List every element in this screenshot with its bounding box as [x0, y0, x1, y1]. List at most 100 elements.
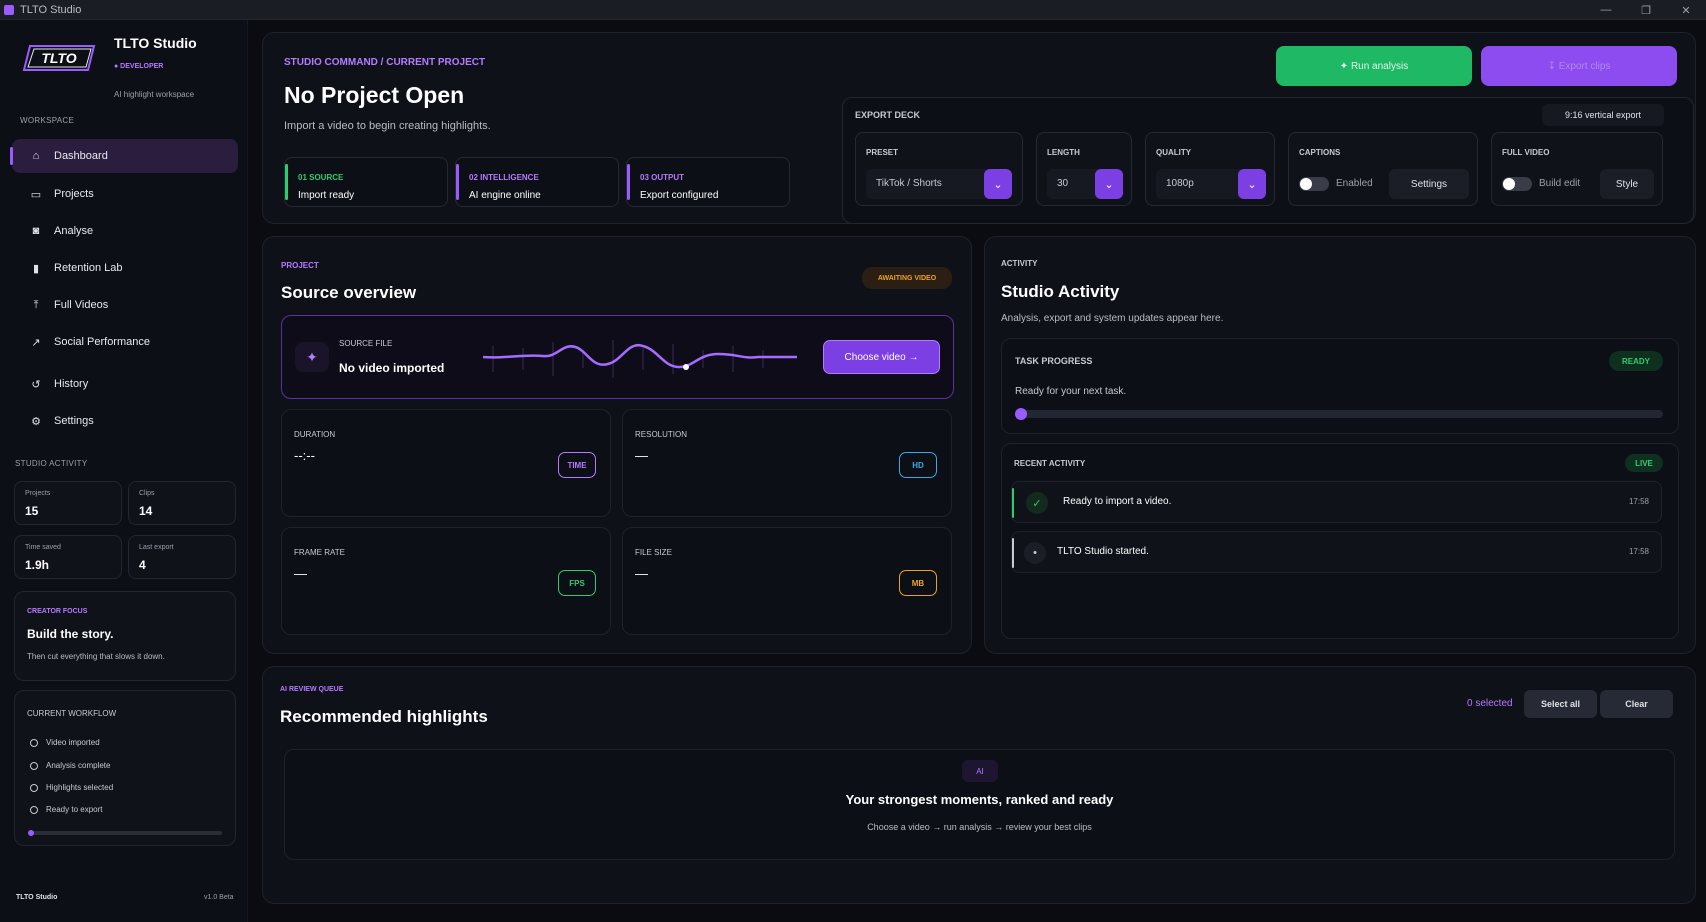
metric-duration: DURATION --:-- TIME	[281, 409, 611, 517]
creator-focus-card: CREATOR FOCUS Build the story. Then cut …	[14, 591, 236, 681]
workflow-step: Highlights selected	[30, 783, 113, 792]
breadcrumb: STUDIO COMMAND / CURRENT PROJECT	[284, 57, 486, 68]
sidebar-item-projects[interactable]: ▭ Projects	[12, 177, 238, 211]
ready-badge: READY	[1609, 351, 1663, 371]
workflow-step: Analysis complete	[30, 761, 110, 770]
step-intelligence: 02 INTELLIGENCE AI engine online	[455, 157, 619, 207]
quality-select[interactable]: 1080p ⌄	[1156, 169, 1266, 199]
captions-box: CAPTIONS Enabled Settings	[1288, 132, 1478, 206]
recent-activity-label: RECENT ACTIVITY	[1014, 459, 1086, 468]
clear-button[interactable]: Clear	[1600, 690, 1673, 718]
activity-subtitle: Analysis, export and system updates appe…	[1001, 313, 1224, 324]
live-badge: LIVE	[1625, 454, 1663, 472]
history-icon: ↺	[31, 378, 41, 391]
studio-activity-label: STUDIO ACTIVITY	[15, 459, 88, 468]
sidebar-item-label: Projects	[54, 188, 94, 200]
task-progress-track	[1015, 408, 1663, 420]
length-box: LENGTH 30 ⌄	[1036, 132, 1132, 206]
circle-icon	[30, 738, 38, 747]
workflow-progress-fill	[28, 830, 34, 836]
developer-badge: ● DEVELOPER	[114, 63, 164, 70]
awaiting-video-badge: AWAITING VIDEO	[862, 267, 952, 289]
empty-state-title: Your strongest moments, ranked and ready	[845, 792, 1114, 807]
queue-label: AI REVIEW QUEUE	[280, 686, 344, 693]
folder-icon: ▭	[30, 188, 42, 201]
creator-focus-text: Then cut everything that slows it down.	[27, 652, 165, 661]
activity-title: Studio Activity	[1001, 282, 1120, 301]
captions-toggle[interactable]	[1299, 177, 1329, 191]
waveform-graphic	[483, 340, 797, 378]
mb-icon: MB	[899, 570, 937, 596]
sidebar-item-analyse[interactable]: ◙ Analyse	[12, 214, 238, 248]
stat-time-saved: Time saved 1.9h	[14, 535, 122, 579]
sidebar: TLTO TLTO Studio ● DEVELOPER AI highligh…	[0, 20, 248, 922]
tlto-logo: TLTO	[22, 45, 96, 71]
chevron-down-icon: ⌄	[984, 169, 1012, 199]
creator-focus-title: Build the story.	[27, 627, 114, 641]
build-edit-toggle[interactable]	[1502, 177, 1532, 191]
source-file-value: No video imported	[339, 361, 445, 375]
task-progress-label: TASK PROGRESS	[1015, 356, 1093, 366]
sidebar-item-retention-lab[interactable]: ▮ Retention Lab	[12, 251, 238, 285]
sidebar-item-social-performance[interactable]: ↗ Social Performance	[12, 325, 238, 359]
analyse-icon: ◙	[32, 225, 40, 237]
sidebar-item-label: Retention Lab	[54, 262, 123, 274]
restore-button[interactable]: ❐	[1626, 0, 1666, 20]
step-output: 03 OUTPUT Export configured	[626, 157, 790, 207]
preset-label: PRESET	[866, 148, 899, 157]
source-file-label: SOURCE FILE	[339, 339, 393, 348]
workspace-label: WORKSPACE	[20, 116, 75, 125]
ai-badge: AI	[962, 760, 998, 782]
sidebar-item-history[interactable]: ↺ History	[12, 367, 238, 401]
vertical-export-pill: 9:16 vertical export	[1542, 104, 1664, 126]
trend-icon: ↗	[31, 336, 41, 349]
selected-count: 0 selected	[1467, 698, 1513, 709]
captions-settings-button[interactable]: Settings	[1389, 169, 1469, 199]
preset-box: PRESET TikTok / Shorts ⌄	[855, 132, 1023, 206]
project-label: PROJECT	[281, 261, 319, 270]
length-select[interactable]: 30 ⌄	[1047, 169, 1123, 199]
full-video-label: FULL VIDEO	[1502, 148, 1550, 157]
activity-text: Ready to import a video.	[1063, 496, 1172, 507]
circle-icon	[30, 761, 38, 770]
brand-name: TLTO Studio	[114, 35, 197, 51]
full-video-box: FULL VIDEO Build edit Style	[1491, 132, 1663, 206]
choose-video-button[interactable]: Choose video →	[823, 340, 940, 374]
sidebar-item-label: Social Performance	[54, 336, 150, 348]
chevron-down-icon: ⌄	[1095, 169, 1123, 199]
sidebar-item-label: Dashboard	[54, 150, 108, 162]
run-analysis-button[interactable]: ✦ Run analysis	[1276, 46, 1472, 86]
window-title: TLTO Studio	[20, 3, 82, 16]
title-bar: TLTO Studio — ❐ ✕	[0, 0, 1706, 20]
page-title: No Project Open	[284, 82, 465, 108]
sidebar-item-label: Full Videos	[54, 299, 109, 311]
circle-icon	[30, 783, 38, 792]
stat-clips: Clips 14	[128, 481, 236, 525]
activity-time: 17:58	[1628, 547, 1649, 556]
svg-text:TLTO: TLTO	[41, 50, 76, 66]
length-label: LENGTH	[1047, 148, 1080, 157]
sidebar-item-dashboard[interactable]: ⌂ Dashboard	[10, 139, 238, 173]
captions-toggle-label: Enabled	[1336, 178, 1373, 189]
metric-frame-rate: FRAME RATE — FPS	[281, 527, 611, 635]
queue-title: Recommended highlights	[280, 707, 488, 726]
minimize-button[interactable]: —	[1586, 0, 1626, 20]
select-all-button[interactable]: Select all	[1524, 690, 1597, 718]
hd-icon: HD	[899, 452, 937, 478]
sidebar-item-full-videos[interactable]: ⤒ Full Videos	[12, 288, 238, 322]
build-edit-label: Build edit	[1539, 178, 1581, 189]
close-button[interactable]: ✕	[1666, 0, 1706, 20]
empty-state-text: Choose a video → run analysis → review y…	[867, 822, 1092, 832]
sidebar-item-label: History	[54, 378, 89, 390]
workflow-step: Ready to export	[30, 805, 102, 814]
gear-icon: ⚙	[31, 415, 41, 428]
export-clips-button[interactable]: ↧ Export clips	[1481, 46, 1677, 86]
sparkle-icon: ✦	[295, 342, 329, 372]
activity-item: ✓ Ready to import a video. 17:58	[1011, 481, 1662, 523]
dot-icon: •	[1024, 542, 1046, 564]
preset-select[interactable]: TikTok / Shorts ⌄	[866, 169, 1012, 199]
sidebar-item-settings[interactable]: ⚙ Settings	[12, 404, 238, 438]
workflow-step: Video imported	[30, 738, 100, 747]
style-button[interactable]: Style	[1600, 169, 1654, 199]
sidebar-item-label: Settings	[54, 415, 94, 427]
